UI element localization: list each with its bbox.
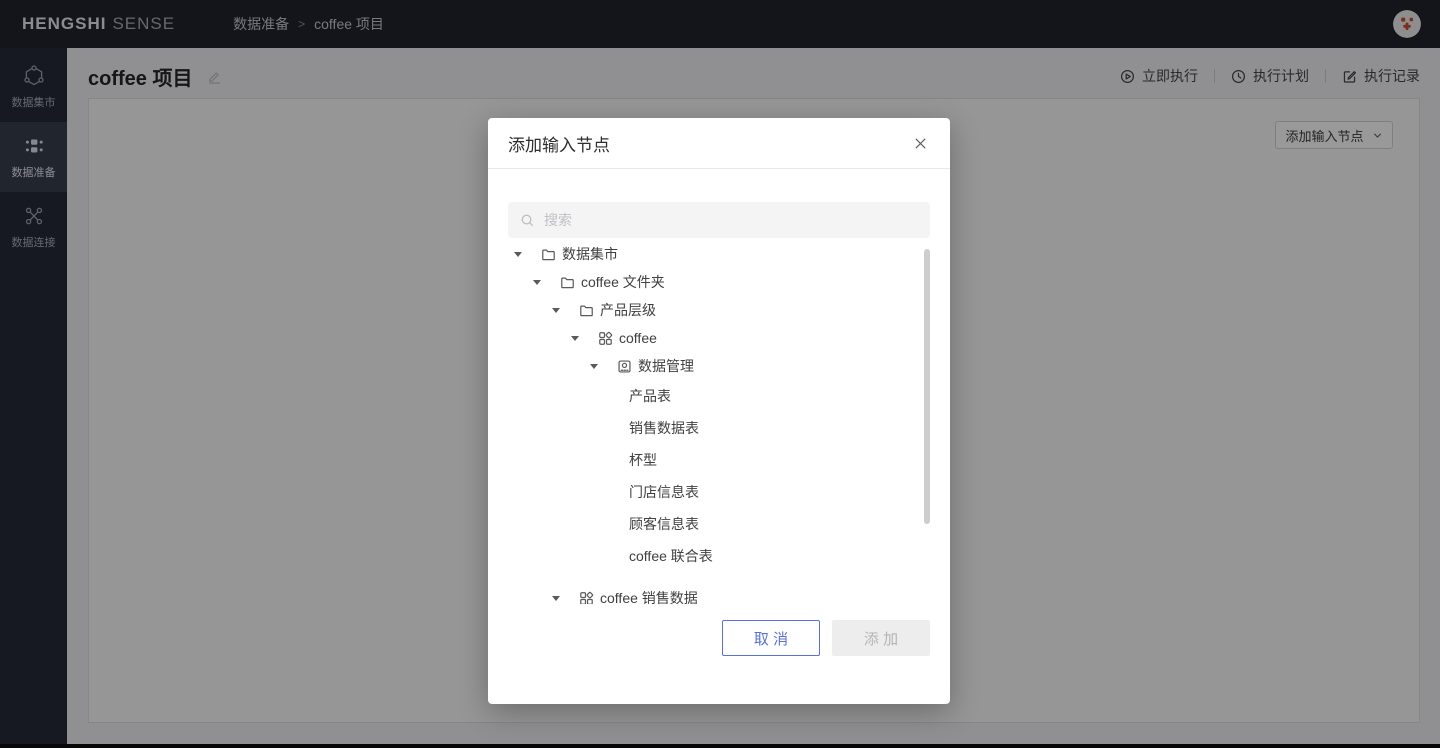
data-manage-icon [616,358,632,374]
tree-node-folder[interactable]: coffee 文件夹 [508,268,930,296]
caret-down-icon[interactable] [514,252,540,257]
tree-node-label: 顾客信息表 [629,514,699,534]
caret-down-icon[interactable] [571,336,597,341]
dataset-tree: 数据集市 coffee 文件夹产品层级 coffee 数据管理产品表销售数据表杯型门店… [508,240,930,604]
tree-scrollbar[interactable] [924,249,930,524]
tree-node-label: coffee 文件夹 [581,272,665,292]
tree-node-table[interactable]: 顾客信息表 [508,508,930,540]
tree-node-label: 数据集市 [562,244,618,264]
tree-node-label: coffee [619,330,657,346]
folder-icon [540,246,556,262]
tree-node-label: 门店信息表 [629,482,699,502]
app-window: HENGSHISENSE 数据准备 > coffee 项目 数据集市数据准备数据… [0,0,1440,748]
tree-node-folder[interactable]: 数据集市 [508,240,930,268]
tree-node-label: coffee 销售数据 [600,588,698,604]
modal-title: 添加输入节点 [508,131,610,156]
caret-down-icon[interactable] [552,596,578,601]
cancel-button[interactable]: 取 消 [722,620,820,656]
tree-node-label: 杯型 [629,450,657,470]
search-box [508,202,930,238]
caret-down-icon[interactable] [552,308,578,313]
caret-down-icon[interactable] [590,364,616,369]
tree-node-label: 数据管理 [638,356,694,376]
caret-down-icon[interactable] [533,280,559,285]
tree-node-dataset[interactable]: coffee [508,324,930,352]
tree-node-table[interactable]: 销售数据表 [508,412,930,444]
tree-node-table[interactable]: 杯型 [508,444,930,476]
search-input[interactable] [544,212,918,228]
tree-node-data-manage[interactable]: 数据管理 [508,352,930,380]
tree-node-table[interactable]: 产品表 [508,380,930,412]
add-button[interactable]: 添 加 [832,620,930,656]
folder-icon [559,274,575,290]
folder-icon [578,302,594,318]
tree-node-table[interactable]: coffee 联合表 [508,540,930,572]
tree-node-folder[interactable]: 产品层级 [508,296,930,324]
tree-node-label: 产品表 [629,386,671,406]
tree-node-table[interactable]: 门店信息表 [508,476,930,508]
close-icon[interactable] [911,134,930,153]
tree-node-dataset[interactable]: coffee 销售数据 [508,584,930,604]
tree-node-label: 销售数据表 [629,418,699,438]
tree-node-label: 产品层级 [600,300,656,320]
tree-node-label: coffee 联合表 [629,546,713,566]
dataset-icon [578,590,594,604]
add-input-node-modal: 添加输入节点 数据集市 coffee 文件夹产品层级 coffee 数据管理产品表销售… [488,118,950,704]
search-icon [520,213,535,228]
dataset-icon [597,330,613,346]
